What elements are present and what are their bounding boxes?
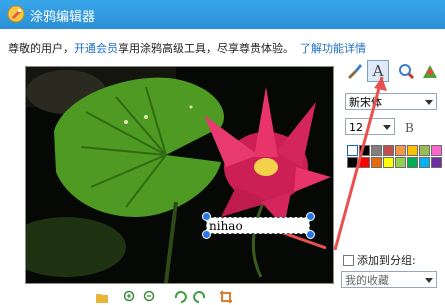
member-notice: 尊敬的用户，开通会员享用涂鸦高级工具，尽享尊贵体验。 了解功能详情: [8, 40, 366, 56]
zoom-out-icon[interactable]: [143, 290, 157, 304]
magnifier-icon: [399, 64, 415, 80]
drawing-canvas[interactable]: nihao: [25, 66, 334, 284]
color-swatch[interactable]: [407, 157, 418, 168]
group-select-value: 我的收藏: [345, 274, 389, 287]
tool-stamp[interactable]: [419, 60, 441, 82]
chevron-down-icon: [425, 100, 433, 105]
text-box-handle[interactable]: [306, 230, 315, 239]
canvas-text-input[interactable]: nihao: [206, 217, 310, 234]
app-logo-icon: [7, 5, 25, 23]
stamp-icon: [423, 65, 437, 78]
folder-icon[interactable]: [95, 290, 109, 304]
chevron-down-icon: [425, 278, 433, 283]
rotate-left-icon[interactable]: [173, 290, 187, 304]
rotate-right-icon[interactable]: [193, 290, 207, 304]
text-box-handle[interactable]: [202, 230, 211, 239]
annotation-arrow: [333, 76, 387, 251]
title-bar: 涂鸦编辑器: [0, 0, 445, 29]
open-membership-link[interactable]: 开通会员: [74, 42, 118, 55]
text-box-handle[interactable]: [306, 212, 315, 221]
bottom-toolbar: [95, 290, 245, 304]
color-swatch[interactable]: [419, 145, 430, 156]
add-to-group-checkbox[interactable]: [343, 255, 354, 266]
feature-details-link[interactable]: 了解功能详情: [300, 42, 366, 55]
color-swatch[interactable]: [395, 145, 406, 156]
color-swatch[interactable]: [407, 145, 418, 156]
color-swatch[interactable]: [431, 145, 442, 156]
notice-middle: 享用涂鸦高级工具，尽享尊贵体验。: [118, 42, 294, 55]
tool-magnifier[interactable]: [395, 60, 417, 82]
text-box-handle[interactable]: [202, 212, 211, 221]
group-select[interactable]: 我的收藏: [341, 271, 437, 288]
crop-icon[interactable]: [219, 290, 233, 304]
color-swatch[interactable]: [431, 157, 442, 168]
canvas-photo: [26, 67, 333, 283]
color-swatch[interactable]: [419, 157, 430, 168]
bold-button[interactable]: B: [405, 121, 414, 135]
window-title: 涂鸦编辑器: [30, 10, 96, 25]
color-swatch[interactable]: [395, 157, 406, 168]
notice-prefix: 尊敬的用户，: [8, 42, 74, 55]
zoom-in-icon[interactable]: [123, 290, 137, 304]
